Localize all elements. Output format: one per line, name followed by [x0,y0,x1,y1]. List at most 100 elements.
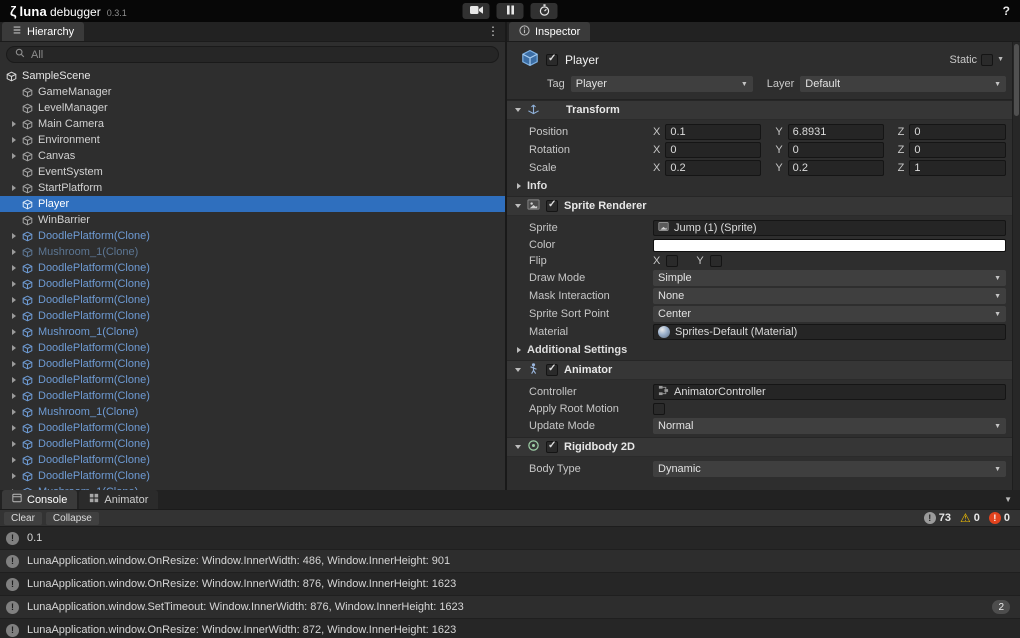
expand-arrow-icon[interactable] [8,313,20,319]
position-y-input[interactable]: 6.8931 [788,124,884,140]
flip-y-checkbox[interactable] [710,255,722,267]
hierarchy-item[interactable]: GameManager [0,84,505,100]
hierarchy-item[interactable]: Canvas [0,148,505,164]
pause-button[interactable] [497,3,524,19]
hierarchy-item[interactable]: LevelManager [0,100,505,116]
material-object-field[interactable]: Sprites-Default (Material) [653,324,1006,340]
hierarchy-item[interactable]: Player [0,196,505,212]
more-options-icon[interactable]: ⋮ [487,25,499,37]
search-input[interactable]: All [6,46,499,63]
hierarchy-item[interactable]: Main Camera [0,116,505,132]
collapse-button[interactable]: Collapse [46,512,99,525]
expand-arrow-icon[interactable] [8,473,20,479]
info-foldout[interactable]: Info [507,177,1012,194]
tab-animator[interactable]: Animator [79,490,158,509]
expand-arrow-icon[interactable] [8,345,20,351]
sprite-sort-point-dropdown[interactable]: Center ▼ [653,306,1006,322]
position-z-input[interactable]: 0 [909,124,1006,140]
body-type-dropdown[interactable]: Dynamic ▼ [653,461,1006,477]
tag-dropdown[interactable]: Player ▼ [571,76,753,92]
draw-mode-dropdown[interactable]: Simple ▼ [653,270,1006,286]
hierarchy-item[interactable]: DoodlePlatform(Clone) [0,308,505,324]
hierarchy-item[interactable]: Mushroom_1(Clone) [0,404,505,420]
log-entry[interactable]: !LunaApplication.window.OnResize: Window… [0,550,1020,573]
animator-enabled-checkbox[interactable] [546,364,558,376]
hierarchy-item[interactable]: Mushroom_1(Clone) [0,244,505,260]
hierarchy-item[interactable]: DoodlePlatform(Clone) [0,372,505,388]
hierarchy-item[interactable]: DoodlePlatform(Clone) [0,436,505,452]
rotation-x-input[interactable]: 0 [665,142,761,158]
expand-arrow-icon[interactable] [8,249,20,255]
transform-header[interactable]: Transform [507,100,1012,120]
scale-z-input[interactable]: 1 [909,160,1006,176]
animator-header[interactable]: Animator [507,360,1012,380]
hierarchy-scene-row[interactable]: SampleScene [0,68,505,84]
sprite-object-field[interactable]: Jump (1) (Sprite) [653,220,1006,236]
info-count-group[interactable]: ! 73 [924,512,951,524]
log-entry[interactable]: !LunaApplication.window.SetTimeout: Wind… [0,596,1020,619]
foldout-open-icon[interactable] [515,204,521,208]
expand-arrow-icon[interactable] [8,281,20,287]
console-menu-caret-icon[interactable]: ▼ [1004,495,1012,504]
hierarchy-item[interactable]: DoodlePlatform(Clone) [0,228,505,244]
hierarchy-item[interactable]: WinBarrier [0,212,505,228]
expand-arrow-icon[interactable] [8,329,20,335]
rigidbody-enabled-checkbox[interactable] [546,441,558,453]
hierarchy-item[interactable]: EventSystem [0,164,505,180]
foldout-open-icon[interactable] [515,368,521,372]
update-mode-dropdown[interactable]: Normal ▼ [653,418,1006,434]
expand-arrow-icon[interactable] [8,457,20,463]
active-checkbox[interactable] [546,54,558,66]
expand-arrow-icon[interactable] [8,121,20,127]
hierarchy-item[interactable]: DoodlePlatform(Clone) [0,356,505,372]
sprite-renderer-enabled-checkbox[interactable] [546,200,558,212]
hierarchy-item[interactable]: DoodlePlatform(Clone) [0,468,505,484]
static-caret-icon[interactable]: ▼ [997,56,1004,63]
scale-y-input[interactable]: 0.2 [788,160,884,176]
expand-arrow-icon[interactable] [8,185,20,191]
hierarchy-item[interactable]: StartPlatform [0,180,505,196]
rotation-z-input[interactable]: 0 [909,142,1006,158]
hierarchy-item[interactable]: Mushroom_1(Clone) [0,324,505,340]
tab-hierarchy[interactable]: Hierarchy [2,22,84,41]
additional-settings-foldout[interactable]: Additional Settings [507,341,1012,358]
expand-arrow-icon[interactable] [8,441,20,447]
scrollbar-thumb[interactable] [1014,44,1019,116]
flip-x-checkbox[interactable] [666,255,678,267]
hierarchy-item[interactable]: DoodlePlatform(Clone) [0,292,505,308]
error-count-group[interactable]: ! 0 [989,512,1010,524]
expand-arrow-icon[interactable] [8,425,20,431]
hierarchy-item[interactable]: DoodlePlatform(Clone) [0,260,505,276]
expand-arrow-icon[interactable] [8,265,20,271]
hierarchy-item[interactable]: DoodlePlatform(Clone) [0,388,505,404]
hierarchy-item[interactable]: DoodlePlatform(Clone) [0,452,505,468]
scale-x-input[interactable]: 0.2 [665,160,761,176]
hierarchy-item[interactable]: DoodlePlatform(Clone) [0,276,505,292]
log-entry[interactable]: !LunaApplication.window.OnResize: Window… [0,619,1020,638]
expand-arrow-icon[interactable] [8,153,20,159]
rigidbody-header[interactable]: Rigidbody 2D [507,437,1012,457]
mask-interaction-dropdown[interactable]: None ▼ [653,288,1006,304]
color-swatch[interactable] [653,239,1006,252]
foldout-open-icon[interactable] [515,108,521,112]
timer-button[interactable] [531,3,558,19]
capture-button[interactable] [463,3,490,19]
log-entry[interactable]: !LunaApplication.window.OnResize: Window… [0,573,1020,596]
tab-console[interactable]: Console [2,490,77,509]
log-entry[interactable]: !0.1 [0,527,1020,550]
expand-arrow-icon[interactable] [8,137,20,143]
position-x-input[interactable]: 0.1 [665,124,761,140]
layer-dropdown[interactable]: Default ▼ [800,76,1006,92]
help-icon[interactable]: ? [1003,4,1010,18]
expand-arrow-icon[interactable] [8,393,20,399]
static-checkbox[interactable] [981,54,993,66]
rotation-y-input[interactable]: 0 [788,142,884,158]
apply-root-motion-checkbox[interactable] [653,403,665,415]
controller-object-field[interactable]: AnimatorController [653,384,1006,400]
clear-button[interactable]: Clear [4,512,42,525]
warning-count-group[interactable]: ⚠ 0 [960,512,980,524]
hierarchy-item[interactable]: DoodlePlatform(Clone) [0,340,505,356]
expand-arrow-icon[interactable] [8,233,20,239]
expand-arrow-icon[interactable] [8,361,20,367]
hierarchy-item[interactable]: DoodlePlatform(Clone) [0,420,505,436]
